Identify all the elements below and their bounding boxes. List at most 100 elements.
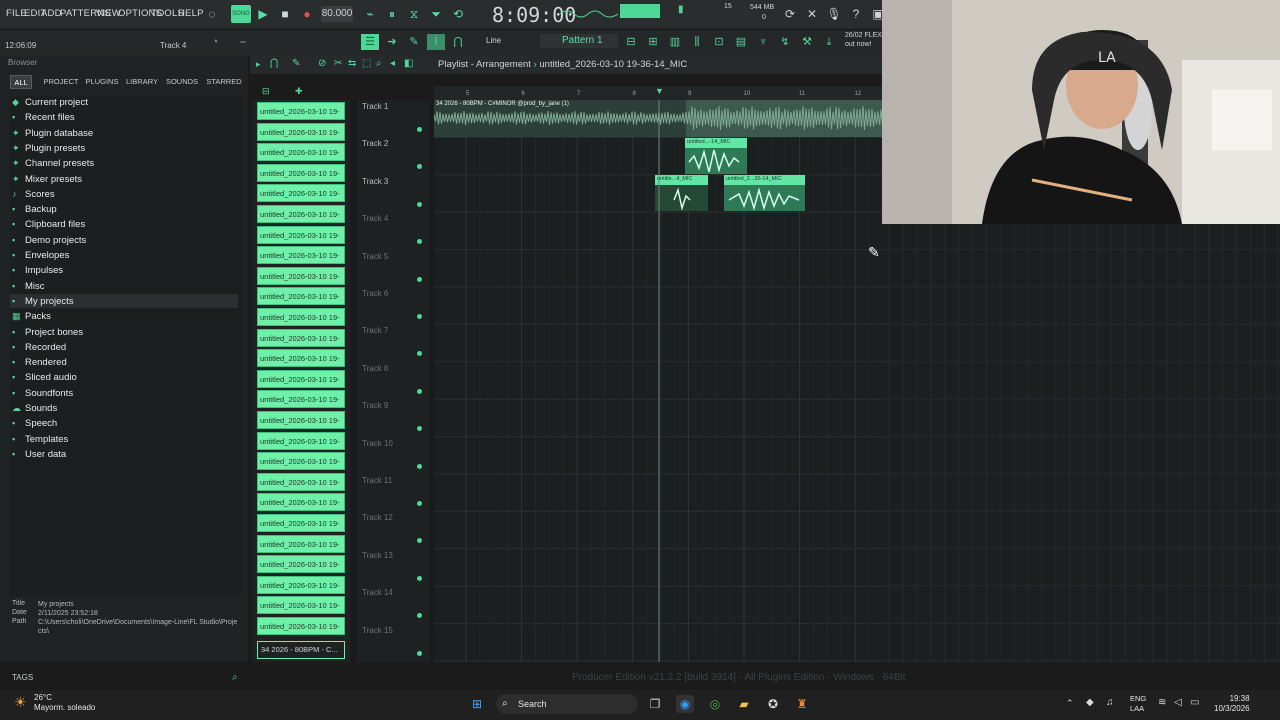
record-icon[interactable]: ● [298,5,316,23]
step-icon[interactable]: ⏷ [427,5,445,23]
browser-item[interactable]: ▪ User data [12,447,66,461]
browser-item[interactable]: ▪ Soundfonts [12,386,73,400]
picker-clip[interactable]: untitled_2026-03-10 19- [257,534,345,553]
browser-item[interactable]: ✦ Channel presets [12,156,94,170]
browser-item[interactable]: ▪ My projects [10,293,238,308]
chrome-icon[interactable]: ◎ [706,695,724,713]
playlist-delete-icon[interactable]: ⊘ [318,58,326,69]
news-ticker[interactable]: 26/02 FLEX out now! [845,31,882,49]
tab-project[interactable]: PROJECT [40,75,82,89]
picker-clip[interactable]: untitled_2026-03-10 19- [257,575,345,594]
pitch-slider-icon[interactable]: ⎯ [234,34,252,50]
picker-clip[interactable]: untitled_2026-03-10 19- [257,184,345,203]
track-mute-led[interactable] [417,463,422,469]
picker-add-icon[interactable]: ✚ [295,86,303,97]
play-icon[interactable]: ▶ [254,5,272,23]
picker-clip[interactable]: untitled_2026-03-10 19- [257,328,345,347]
picker-clip[interactable]: untitled_2026-03-10 19- [257,617,345,635]
battery-icon[interactable]: ▭ [1190,697,1199,708]
edge-icon[interactable]: ◉ [676,695,694,713]
browser-item[interactable]: ▪ Clipboard files [12,217,85,231]
track-label[interactable]: Track 5 [362,252,388,261]
browser-item[interactable]: ✦ Mixer presets [12,172,82,186]
wait-icon[interactable]: ⏸ [383,5,401,23]
picker-clip[interactable]: untitled_2026-03-10 19- [257,163,345,182]
browser-item[interactable]: ▪ Sliced audio [12,370,77,384]
search-icon[interactable]: ⌕ [232,672,238,683]
tab-sounds[interactable]: SOUNDS [164,75,200,89]
plugin-icon[interactable]: ▤ [732,34,750,50]
track-label[interactable]: Track 13 [362,551,393,560]
tuner-icon[interactable]: ♆ [754,34,772,50]
playlist-extended-area[interactable] [882,224,1280,662]
track-mute-led[interactable] [417,314,422,319]
online-icon[interactable]: ⟳ [781,5,799,23]
track-label[interactable]: Track 9 [362,401,388,410]
picker-clip[interactable]: untitled_2026-03-10 19- [257,349,345,368]
playlist-mute-icon[interactable]: ✂ [334,58,342,69]
track-label[interactable]: Track 8 [362,364,388,373]
picker-clip[interactable]: untitled_2026-03-10 19- [257,514,345,532]
tab-starred[interactable]: STARRED [204,75,244,89]
playlist-view-icon[interactable]: ☰ [361,34,379,50]
picker-clip[interactable]: untitled_2026-03-10 19- [257,472,345,491]
picker-clip[interactable]: untitled_2026-03-10 19- [257,266,345,285]
loop-record-icon[interactable]: ⟲ [449,5,467,23]
track-label[interactable]: Track 1 [362,102,388,111]
picker-clip[interactable]: untitled_2026-03-10 19- [257,308,345,326]
tray-chevron-icon[interactable]: ⌃ [1066,698,1074,709]
app-icon[interactable]: ✪ [764,695,782,713]
picker-clip[interactable]: untitled_2026-03-10 19- [257,431,345,450]
playlist-play-icon[interactable]: ◂ [390,58,395,69]
clip-2-label[interactable]: untitled...-14_MIC [687,139,730,145]
menu-help[interactable]: HELP [178,8,204,19]
file-explorer-icon[interactable]: ▰ [735,695,753,713]
magnet-icon[interactable]: ⋂ [449,34,467,50]
track-mute-led[interactable] [417,575,422,581]
tab-plugins[interactable]: PLUGINS [84,75,120,89]
playlist-speaker-icon[interactable]: ◧ [404,58,413,69]
picker-clip[interactable]: untitled_2026-03-10 19- [257,102,345,120]
track-mute-led[interactable] [417,201,422,207]
browser-item[interactable]: ▪ Recorded [12,340,66,354]
tray-mic-icon[interactable]: ♫ [1106,697,1114,708]
browser-item[interactable]: ▪ Demo projects [12,233,86,247]
language-indicator[interactable]: ENG LAA [1130,694,1146,714]
tab-all[interactable]: ALL [10,75,32,89]
browser-item[interactable]: ▪ Speech [12,416,57,430]
picker-mode-icon[interactable]: ⊟ [262,86,270,97]
track-mute-led[interactable] [417,388,422,394]
channel-rack-icon[interactable]: ▥ [666,34,684,50]
playlist-magnet-icon[interactable]: ⋂ [270,58,278,69]
track-mute-led[interactable] [417,276,422,282]
fl-studio-icon[interactable]: ♜ [793,695,811,713]
playlist-arrow-icon[interactable]: ▸ [256,59,261,70]
playlist-zoom-icon[interactable]: ⌕ [376,58,382,69]
playlist-icon[interactable]: ⊟ [622,34,640,50]
piano-roll-icon[interactable]: ⊞ [644,34,662,50]
track-label[interactable]: Track 2 [362,139,388,148]
snap-selector[interactable]: Line [472,34,530,48]
browser-icon[interactable]: ⊡ [710,34,728,50]
mixer-icon[interactable]: ⫼ [688,34,706,50]
stop-icon[interactable]: ■ [276,5,294,23]
export-icon[interactable]: ⤓ [820,34,838,50]
pattern-song-toggle[interactable]: SONG [231,5,251,23]
track-label[interactable]: Track 11 [362,476,392,485]
playlist-pencil-icon[interactable]: ✎ [292,58,300,69]
browser-item[interactable]: ▪ Backup [12,202,57,216]
playlist-slip-icon[interactable]: ⇆ [348,58,356,69]
tempo-display[interactable]: 80.000 [321,6,353,22]
picker-clip[interactable]: untitled_2026-03-10 19- [257,205,345,223]
tab-library[interactable]: LIBRARY [124,75,160,89]
track-label[interactable]: Track 7 [362,326,388,335]
volume-icon[interactable]: ◁ [1174,697,1182,708]
picker-clip[interactable]: untitled_2026-03-10 19- [257,390,345,409]
picker-clip[interactable]: untitled_2026-03-10 19- [257,596,345,615]
track-label[interactable]: Track 3 [362,177,388,186]
master-volume-knob-icon[interactable]: ◔ [206,34,224,50]
playhead-marker-icon[interactable]: ▼ [655,86,664,96]
picker-clip[interactable]: untitled_2026-03-10 19- [257,555,345,574]
browser-item[interactable]: ▪ Recent files [12,110,75,124]
track-label[interactable]: Track 15 [362,626,393,635]
